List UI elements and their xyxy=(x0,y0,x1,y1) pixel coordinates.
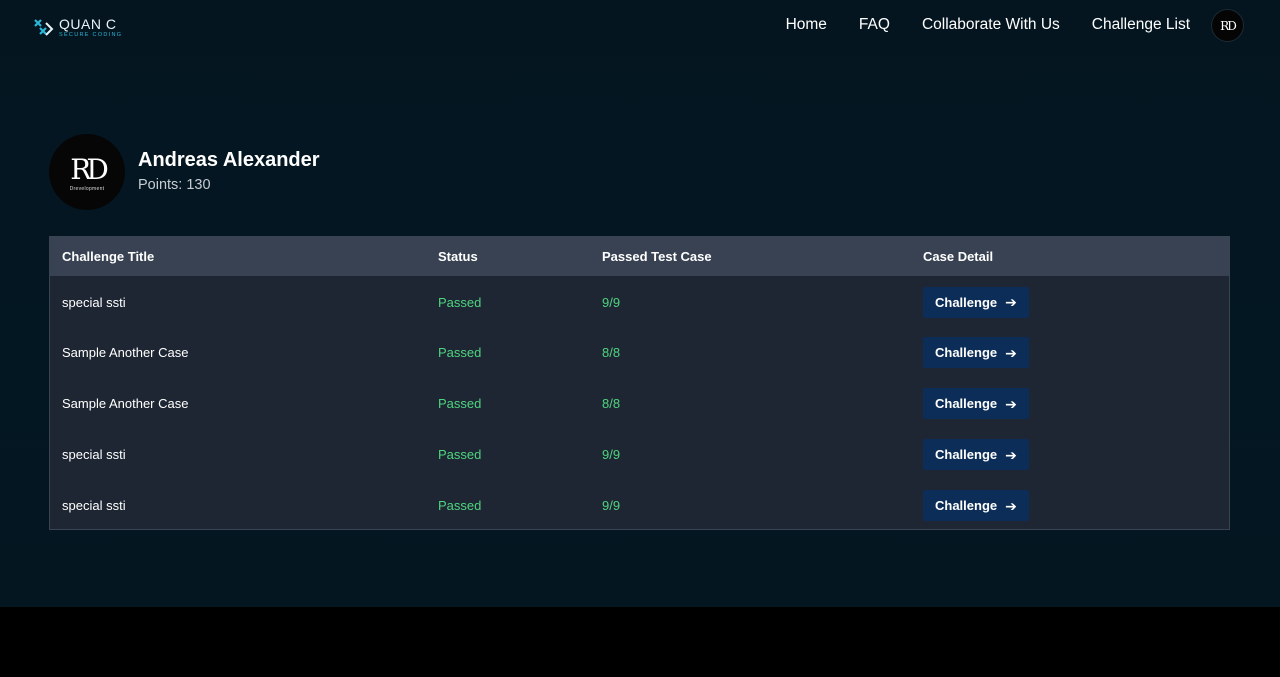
arrow-right-icon: ➔ xyxy=(1005,497,1017,514)
logo[interactable]: QUAN C SECURE CODING xyxy=(32,16,122,40)
profile-avatar-caption: Drevelopment xyxy=(69,186,105,192)
page: QUAN C SECURE CODING Home FAQ Collaborat… xyxy=(0,0,1280,607)
quanc-logo-icon xyxy=(34,19,54,36)
cell-title: special ssti xyxy=(62,294,126,310)
cell-title: special ssti xyxy=(62,498,126,513)
user-avatar[interactable]: RD xyxy=(1212,10,1243,41)
challenge-table: Challenge Title Status Passed Test Case … xyxy=(49,236,1230,530)
table-header-row: Challenge Title Status Passed Test Case … xyxy=(50,237,1229,276)
challenge-button-label: Challenge xyxy=(935,294,998,310)
challenge-button-label: Challenge xyxy=(935,447,998,462)
cell-title: special ssti xyxy=(62,447,126,462)
challenge-button[interactable]: Challenge ➔ xyxy=(923,337,1029,368)
cell-passed: 8/8 xyxy=(602,396,621,411)
cell-status: Passed xyxy=(438,396,482,411)
logo-text: QUAN C SECURE CODING xyxy=(59,17,122,39)
table-row: Sample Another Case Passed 8/8 Challenge… xyxy=(50,327,1229,378)
navbar: QUAN C SECURE CODING Home FAQ Collaborat… xyxy=(0,0,1280,52)
cell-title: Sample Another Case xyxy=(62,345,189,360)
challenge-button[interactable]: Challenge ➔ xyxy=(923,490,1029,521)
cell-passed: 9/9 xyxy=(602,294,621,310)
cell-status: Passed xyxy=(438,345,482,360)
profile-points: Points: 130 xyxy=(138,177,211,193)
logo-title: QUAN C xyxy=(59,16,117,33)
nav-link-home[interactable]: Home xyxy=(786,16,827,34)
header-status: Status xyxy=(438,249,478,264)
challenge-button-label: Challenge xyxy=(935,396,998,411)
header-passed-test-case: Passed Test Case xyxy=(602,249,712,264)
profile-header: RD Drevelopment Andreas Alexander Points… xyxy=(49,134,320,210)
cell-action: Challenge ➔ xyxy=(911,429,1229,480)
nav-link-faq[interactable]: FAQ xyxy=(859,16,890,34)
cell-status: Passed xyxy=(438,294,482,310)
cell-action: Challenge ➔ xyxy=(911,276,1229,327)
arrow-right-icon: ➔ xyxy=(1005,395,1017,412)
profile-info: Andreas Alexander Points: 130 xyxy=(138,149,320,193)
cell-passed: 9/9 xyxy=(602,447,621,462)
challenge-button-label: Challenge xyxy=(935,498,998,513)
challenge-button[interactable]: Challenge ➔ xyxy=(923,439,1029,470)
challenge-button[interactable]: Challenge ➔ xyxy=(923,286,1029,318)
table-row: special ssti Passed 9/9 Challenge ➔ xyxy=(50,276,1229,327)
arrow-right-icon: ➔ xyxy=(1005,344,1017,361)
arrow-right-icon: ➔ xyxy=(1005,446,1017,463)
cell-status: Passed xyxy=(438,447,482,462)
cell-action: Challenge ➔ xyxy=(911,327,1229,378)
cell-passed: 8/8 xyxy=(602,345,621,360)
table-row: special ssti Passed 9/9 Challenge ➔ xyxy=(50,429,1229,480)
profile-avatar-monogram: RD xyxy=(70,153,108,186)
challenge-button-label: Challenge xyxy=(935,345,998,360)
cell-title: Sample Another Case xyxy=(62,396,189,411)
nav-link-collaborate[interactable]: Collaborate With Us xyxy=(922,16,1060,34)
avatar-monogram: RD xyxy=(1220,18,1237,33)
arrow-right-icon: ➔ xyxy=(1005,294,1017,310)
header-challenge-title: Challenge Title xyxy=(62,249,155,264)
table-row: Sample Another Case Passed 8/8 Challenge… xyxy=(50,378,1229,429)
table-row: special ssti Passed 9/9 Challenge ➔ xyxy=(50,480,1229,531)
cell-action: Challenge ➔ xyxy=(911,480,1229,531)
nav-links: Home FAQ Collaborate With Us Challenge L… xyxy=(786,16,1190,34)
cell-status: Passed xyxy=(438,498,482,513)
cell-passed: 9/9 xyxy=(602,498,621,513)
profile-avatar: RD Drevelopment xyxy=(49,134,125,210)
profile-name: Andreas Alexander xyxy=(138,149,320,171)
challenge-button[interactable]: Challenge ➔ xyxy=(923,388,1029,419)
cell-action: Challenge ➔ xyxy=(911,378,1229,429)
logo-subtitle: SECURE CODING xyxy=(59,32,123,39)
nav-link-challenge-list[interactable]: Challenge List xyxy=(1092,16,1190,34)
header-case-detail: Case Detail xyxy=(923,249,994,264)
